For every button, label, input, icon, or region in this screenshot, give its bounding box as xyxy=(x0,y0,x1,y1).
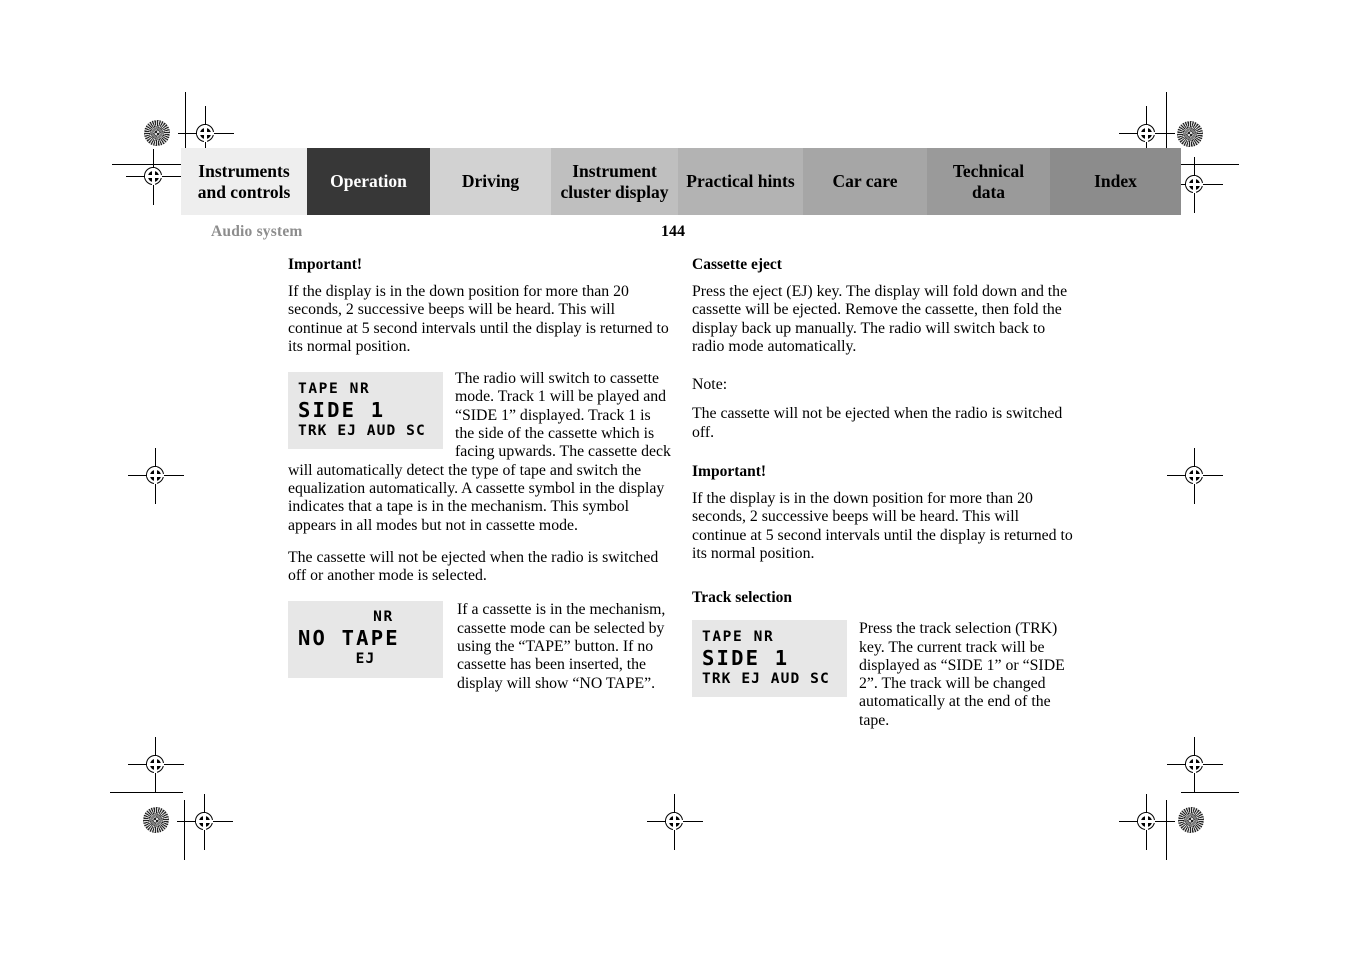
left-column: Important! If the display is in the down… xyxy=(288,255,672,693)
chapter-tab-driving[interactable]: Driving xyxy=(430,148,551,215)
chapter-tab-instrument[interactable]: Instrument cluster display xyxy=(551,148,678,215)
chapter-tab-label: Index xyxy=(1094,171,1137,192)
chapter-tab-label-line1: Operation xyxy=(330,171,407,191)
chapter-tab-label-line1: Driving xyxy=(461,171,520,191)
right-important-text: If the display is in the down position f… xyxy=(692,490,1073,562)
color-rosette-bottom-right xyxy=(1178,807,1204,833)
lcd-notape-line2: NO TAPE xyxy=(298,626,400,651)
color-rosette-top-left xyxy=(144,120,170,146)
lcd-track-line1: TAPE NR xyxy=(702,629,775,646)
registration-mark-left-upper xyxy=(126,149,182,205)
chapter-tab-index[interactable]: Index xyxy=(1050,148,1181,215)
chapter-tab-label-line1: Technical xyxy=(952,160,1025,181)
chapter-tab-car-care[interactable]: Car care xyxy=(803,148,927,215)
cassette-eject-heading: Cassette eject xyxy=(692,256,782,273)
chapter-tab-label-line1: Instruments xyxy=(198,160,290,181)
chapter-tab-label: Driving xyxy=(462,171,519,192)
chapter-tab-operation[interactable]: Operation xyxy=(307,148,430,215)
lcd-display-track: TAPE NR SIDE 1 TRK EJ AUD SC xyxy=(692,620,847,698)
chapter-tab-label-line1: Car care xyxy=(832,171,898,191)
tape-figure-block: TAPE NR SIDE 1 TRK EJ AUD SC The radio w… xyxy=(288,370,672,547)
chapter-tab-label: Instrument cluster display xyxy=(560,161,668,203)
track-selection-paragraph: Press the track selection (TRK) key. The… xyxy=(859,620,1065,729)
chapter-tab-label: Car care xyxy=(833,171,898,192)
page-number: 144 xyxy=(661,223,685,240)
cassette-eject-text: Press the eject (EJ) key. The display wi… xyxy=(692,283,1068,355)
registration-mark-bottom-left xyxy=(177,794,233,850)
registration-mark-right-middle xyxy=(1167,448,1223,504)
chapter-tab-bar: Instruments and controls Operation Driving I… xyxy=(181,148,1181,215)
registration-mark-left-middle xyxy=(128,448,184,504)
lcd-tape-line1: TAPE NR xyxy=(298,381,371,398)
chapter-tab-label: Operation xyxy=(330,171,407,192)
chapter-tab-technical[interactable]: Technical data xyxy=(927,148,1050,215)
left-eject-note: The cassette will not be ejected when th… xyxy=(288,548,659,585)
lcd-track-line2: SIDE 1 xyxy=(702,646,790,671)
chapter-tab-practical-hints[interactable]: Practical hints xyxy=(678,148,803,215)
track-figure-block: TAPE NR SIDE 1 TRK EJ AUD SC Press the t… xyxy=(692,620,1076,730)
chapter-tab-label-line2: and controls xyxy=(197,181,291,202)
lcd-notape-line3: EJ xyxy=(355,651,376,668)
lcd-track-line3: TRK EJ AUD SC xyxy=(702,671,830,688)
note-text: The cassette will not be ejected when th… xyxy=(692,405,1063,441)
chapter-tab-instruments[interactable]: Instruments and controls xyxy=(181,148,307,215)
left-important-text: If the display is in the down position f… xyxy=(288,283,669,355)
lcd-tape-line2: SIDE 1 xyxy=(298,398,386,423)
color-rosette-top-right xyxy=(1177,121,1203,147)
lcd-display-no-tape: NR NO TAPE EJ xyxy=(288,601,443,679)
lcd-notape-line1: NR xyxy=(373,609,394,626)
color-rosette-bottom-left xyxy=(143,807,169,833)
registration-mark-bottom-center xyxy=(647,794,703,850)
chapter-tab-label: Practical hints xyxy=(686,171,794,192)
notape-figure-block: NR NO TAPE EJ If a cassette is in the me… xyxy=(288,601,672,692)
chapter-tab-label-line1: Index xyxy=(1094,171,1137,191)
chapter-tab-label-line1: Practical hints xyxy=(686,171,795,191)
section-title: Audio system xyxy=(211,223,303,240)
lcd-display-tape: TAPE NR SIDE 1 TRK EJ AUD SC xyxy=(288,372,443,450)
registration-mark-left-lower xyxy=(128,737,184,793)
chapter-tab-label: Instruments and controls xyxy=(198,161,291,203)
chapter-tab-label-line2: data xyxy=(971,181,1006,202)
registration-mark-bottom-right xyxy=(1119,794,1175,850)
left-notape-paragraph: If a cassette is in the mechanism, casse… xyxy=(457,601,666,692)
track-selection-heading: Track selection xyxy=(692,589,793,607)
chapter-tab-label: Technical data xyxy=(953,161,1024,203)
lcd-tape-line3: TRK EJ AUD SC xyxy=(298,423,426,440)
chapter-tab-label-line2: cluster display xyxy=(560,181,669,202)
page-header: Audio system 144 xyxy=(211,223,1181,243)
note-label: Note: xyxy=(692,376,728,394)
right-important-heading: Important! xyxy=(692,463,767,481)
chapter-tab-label-line1: Instrument xyxy=(572,160,657,181)
right-column: Cassette eject Press the eject (EJ) key.… xyxy=(692,255,1076,730)
left-important-heading: Important! xyxy=(288,256,363,273)
registration-mark-right-lower xyxy=(1167,737,1223,793)
